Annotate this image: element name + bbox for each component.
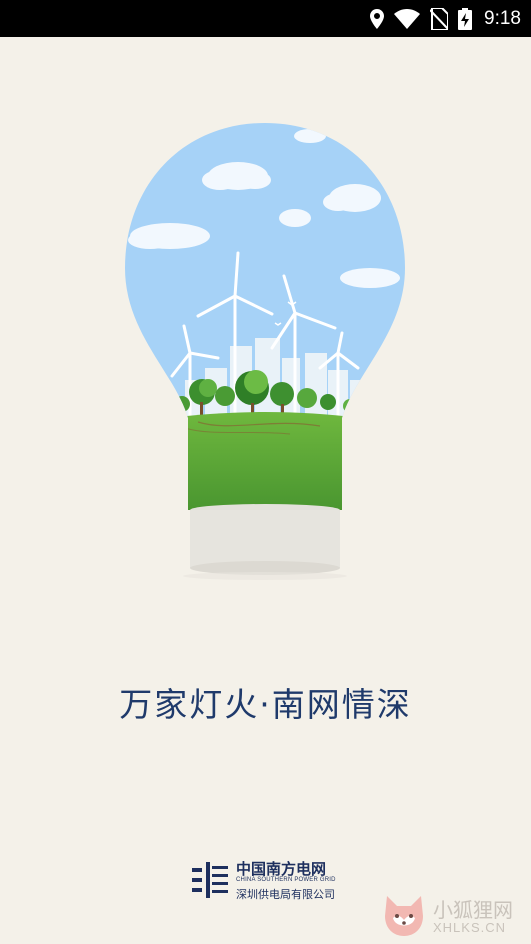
watermark-domain: XHLKS.CN — [433, 920, 507, 935]
location-icon — [370, 8, 385, 29]
status-icons: 9:18 — [370, 0, 521, 37]
company-name: 中国南方电网 — [236, 860, 327, 878]
csg-logo-icon — [190, 860, 230, 904]
company-name-en: CHINA SOUTHERN POWER GRID — [236, 877, 336, 883]
watermark-brand: 小狐狸网 — [433, 898, 513, 922]
lightbulb-illustration — [110, 118, 420, 588]
fox-icon — [381, 892, 427, 942]
watermark: 小狐狸网 XHLKS.CN — [381, 890, 521, 940]
battery-charging-icon — [458, 7, 473, 30]
slogan: 万家灯火·南网情深 — [119, 685, 412, 724]
company-logo: 中国南方电网 CHINA SOUTHERN POWER GRID 深圳供电局有限… — [188, 858, 348, 906]
wifi-icon — [394, 8, 421, 29]
subsidiary-name: 深圳供电局有限公司 — [236, 888, 335, 901]
status-bar: 9:18 — [0, 0, 531, 37]
no-sim-icon — [430, 7, 449, 30]
status-time: 9:18 — [484, 7, 521, 29]
